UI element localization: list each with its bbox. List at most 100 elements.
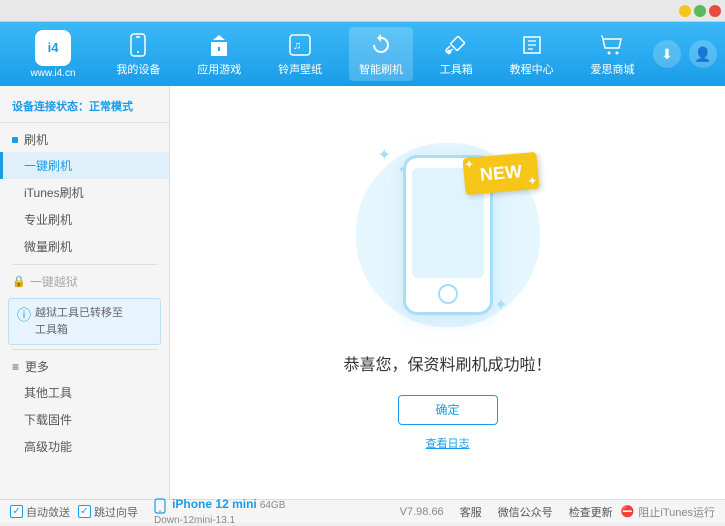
auto-follow-checkbox[interactable]: ✓ 自动敛送 <box>10 504 70 520</box>
device-storage: 64GB <box>260 500 286 511</box>
logo: i4 www.i4.cn <box>8 30 98 79</box>
bottom-bar: ✓ 自动敛送 ✓ 跳过向导 iPhone 12 mini 64GB Down-1… <box>0 499 725 523</box>
more-icon: ≡ <box>12 360 19 374</box>
itunes-flash-label: iTunes刷机 <box>24 186 84 200</box>
bottom-right: V7.98.66 客服 微信公众号 检查更新 <box>400 504 613 520</box>
section-title-more: 更多 <box>25 358 49 375</box>
nav-label-smart-flash: 智能刷机 <box>359 61 403 77</box>
nav-label-toolbox: 工具箱 <box>440 61 473 77</box>
tool-icon <box>442 31 470 59</box>
section-bullet <box>12 137 18 143</box>
itunes-status: ⛔ 阻止iTunes运行 <box>621 504 715 520</box>
sparkle-2: ✦ <box>398 165 406 176</box>
confirm-button[interactable]: 确定 <box>398 395 498 425</box>
success-text: 恭喜您，保资料刷机成功啦！ <box>343 351 551 375</box>
status-label: 设备连接状态： <box>12 101 89 113</box>
new-badge-text: NEW <box>479 161 523 185</box>
nav-label-my-device: 我的设备 <box>116 61 160 77</box>
success-illustration: NEW ✦ ✦ ✦ <box>348 135 548 335</box>
section-title-flash: 刷机 <box>24 131 48 148</box>
sidebar: 设备连接状态：正常模式 刷机 一键刷机 iTunes刷机 专业刷机 微量刷机 🔒… <box>0 86 170 499</box>
minimize-btn[interactable] <box>679 5 691 17</box>
auto-follow-label: 自动敛送 <box>26 504 70 520</box>
version-label: V7.98.66 <box>400 506 444 518</box>
download-firmware-label: 下载固件 <box>24 413 72 427</box>
device-system: Down-12mini-13.1 <box>154 515 235 526</box>
jailbreak-info-text: 越狱工具已转移至工具箱 <box>35 305 123 338</box>
pro-flash-label: 专业刷机 <box>24 213 72 227</box>
lock-icon: 🔒 <box>12 275 26 288</box>
nav-bar: 我的设备 应用游戏 ♫ 铃声壁纸 智能刷机 工具箱 <box>98 27 653 81</box>
device-info: iPhone 12 mini 64GB Down-12mini-13.1 <box>154 497 285 525</box>
nav-label-tutorials: 教程中心 <box>510 61 554 77</box>
download-btn[interactable]: ⬇ <box>653 40 681 68</box>
battery-flash-label: 微量刷机 <box>24 240 72 254</box>
device-name: iPhone 12 mini <box>172 497 257 511</box>
wechat-public-link[interactable]: 微信公众号 <box>498 504 553 520</box>
book-icon <box>518 31 546 59</box>
sidebar-item-one-key-flash[interactable]: 一键刷机 <box>0 152 169 179</box>
skip-wizard-label: 跳过向导 <box>94 504 138 520</box>
auto-follow-check-icon: ✓ <box>10 505 23 518</box>
view-log-link[interactable]: 查看日志 <box>426 435 470 451</box>
refresh-icon <box>367 31 395 59</box>
one-key-flash-label: 一键刷机 <box>24 159 72 173</box>
nav-item-apps-games[interactable]: 应用游戏 <box>187 27 251 81</box>
nav-label-ringtones: 铃声壁纸 <box>278 61 322 77</box>
check-update-link[interactable]: 检查更新 <box>569 504 613 520</box>
sidebar-section-jailbreak: 🔒 一键越狱 <box>0 269 169 294</box>
other-tools-label: 其他工具 <box>24 386 72 400</box>
bottom-left: ✓ 自动敛送 ✓ 跳过向导 iPhone 12 mini 64GB Down-1… <box>10 497 400 525</box>
logo-subtitle: www.i4.cn <box>30 68 75 79</box>
sidebar-item-pro-flash[interactable]: 专业刷机 <box>0 206 169 233</box>
app-icon <box>205 31 233 59</box>
main-area: 设备连接状态：正常模式 刷机 一键刷机 iTunes刷机 专业刷机 微量刷机 🔒… <box>0 86 725 499</box>
sidebar-section-more: ≡ 更多 <box>0 354 169 379</box>
stop-icon: ⛔ <box>621 505 635 518</box>
sidebar-item-battery-flash[interactable]: 微量刷机 <box>0 233 169 260</box>
nav-label-store: 爱思商城 <box>590 61 634 77</box>
nav-item-tutorials[interactable]: 教程中心 <box>500 27 564 81</box>
sidebar-item-other-tools[interactable]: 其他工具 <box>0 379 169 406</box>
jailbreak-info-box: ⓘ 越狱工具已转移至工具箱 <box>8 298 161 345</box>
status-bar: 设备连接状态：正常模式 <box>0 94 169 123</box>
maximize-btn[interactable] <box>694 5 706 17</box>
advanced-label: 高级功能 <box>24 440 72 454</box>
nav-item-ringtones[interactable]: ♫ 铃声壁纸 <box>268 27 332 81</box>
phone-icon <box>124 31 152 59</box>
close-btn[interactable] <box>709 5 721 17</box>
header: i4 www.i4.cn 我的设备 应用游戏 ♫ 铃声壁纸 <box>0 22 725 86</box>
status-value: 正常模式 <box>89 101 133 113</box>
sidebar-item-download-firmware[interactable]: 下载固件 <box>0 406 169 433</box>
nav-label-apps-games: 应用游戏 <box>197 61 241 77</box>
svg-text:♫: ♫ <box>293 40 301 52</box>
music-icon: ♫ <box>286 31 314 59</box>
user-btn[interactable]: 👤 <box>689 40 717 68</box>
sidebar-item-advanced[interactable]: 高级功能 <box>0 433 169 460</box>
sidebar-section-flash: 刷机 <box>0 127 169 152</box>
title-bar <box>0 0 725 22</box>
shop-icon <box>598 31 626 59</box>
nav-item-smart-flash[interactable]: 智能刷机 <box>349 27 413 81</box>
nav-item-toolbox[interactable]: 工具箱 <box>430 27 483 81</box>
device-icon <box>154 498 166 514</box>
sidebar-item-itunes-flash[interactable]: iTunes刷机 <box>0 179 169 206</box>
nav-item-my-device[interactable]: 我的设备 <box>106 27 170 81</box>
phone-home-btn <box>438 284 458 304</box>
main-content: NEW ✦ ✦ ✦ 恭喜您，保资料刷机成功啦！ 确定 查看日志 <box>170 86 725 499</box>
nav-item-store[interactable]: 爱思商城 <box>580 27 644 81</box>
skip-wizard-checkbox[interactable]: ✓ 跳过向导 <box>78 504 138 520</box>
divider-2 <box>12 349 157 350</box>
customer-service-link[interactable]: 客服 <box>460 504 482 520</box>
itunes-status-label: 阻止iTunes运行 <box>638 504 715 520</box>
skip-wizard-check-icon: ✓ <box>78 505 91 518</box>
new-ribbon: NEW <box>462 151 539 194</box>
logo-icon: i4 <box>35 30 71 66</box>
sparkle-3: ✦ <box>494 295 507 315</box>
divider-1 <box>12 264 157 265</box>
header-right: ⬇ 👤 <box>653 40 717 68</box>
section-title-jailbreak: 一键越狱 <box>30 273 78 290</box>
sparkle-1: ✦ <box>378 145 391 165</box>
info-icon: ⓘ <box>17 305 31 325</box>
confirm-btn-label: 确定 <box>435 401 459 418</box>
